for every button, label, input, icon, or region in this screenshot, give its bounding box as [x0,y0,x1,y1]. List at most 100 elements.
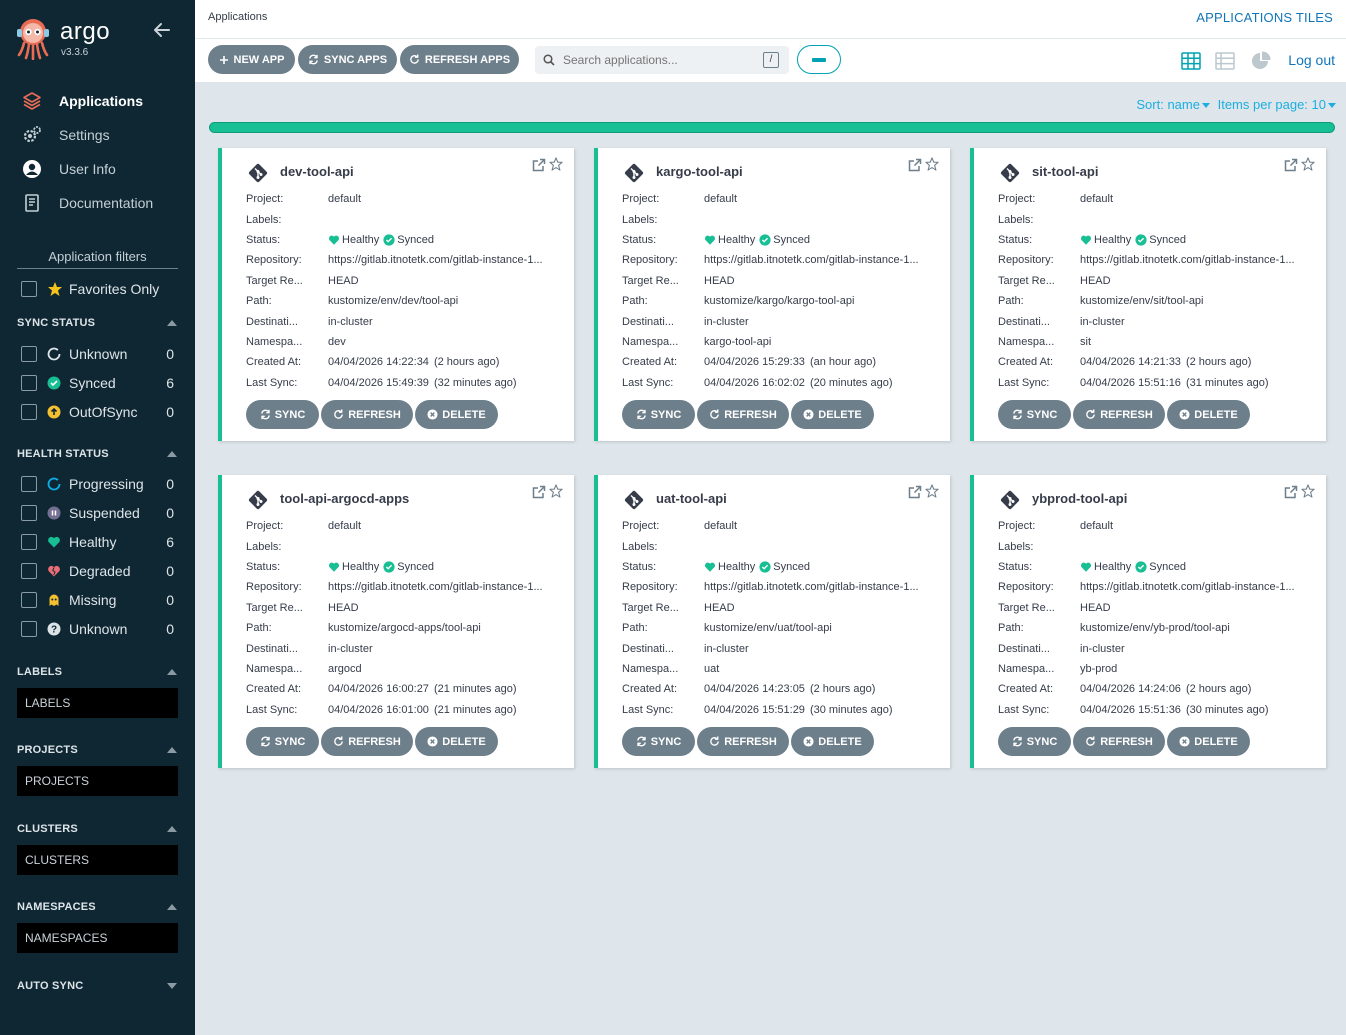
checkbox[interactable] [21,345,37,362]
checkbox[interactable] [21,562,37,579]
projects-header[interactable]: PROJECTS [17,743,178,757]
tiles-view-icon[interactable] [1180,50,1202,72]
star-outline-icon[interactable] [549,484,563,498]
repository-value[interactable]: https://gitlab.itnotetk.com/gitlab-insta… [704,581,919,593]
logout-link[interactable]: Log out [1288,52,1335,68]
namespaces-input[interactable]: NAMESPACES [17,923,178,953]
search-box[interactable]: / [535,46,789,74]
external-link-icon[interactable] [908,158,922,172]
clusters-header[interactable]: CLUSTERS [17,822,178,836]
pie-chart-view-icon[interactable] [1250,50,1272,72]
delete-button[interactable]: DELETE [791,400,874,429]
refresh-button[interactable]: REFRESH [1073,400,1165,429]
labels-header[interactable]: LABELS [17,665,178,679]
checkbox[interactable] [21,620,37,637]
filter-suspended[interactable]: Suspended 0 [17,498,178,527]
nav-item-applications[interactable]: Applications [0,84,195,118]
app-name[interactable]: dev-tool-api [280,164,354,179]
refresh-button[interactable]: REFRESH [697,727,789,756]
items-per-page-dropdown[interactable]: Items per page: 10 [1218,97,1336,112]
star-outline-icon[interactable] [1301,157,1315,171]
nav-item-documentation[interactable]: Documentation [0,186,195,220]
search-icon [543,54,555,66]
sync-button[interactable]: SYNC [998,400,1071,429]
favorites-only-filter[interactable]: Favorites Only [21,281,159,297]
app-tile[interactable]: uat-tool-api Project: default Labels: Statu… [594,475,950,768]
nav-item-user-info[interactable]: User Info [0,152,195,186]
repository-value[interactable]: https://gitlab.itnotetk.com/gitlab-insta… [1080,581,1295,593]
created-row: Created At: 04/04/2026 14:21:33 (2 hours a… [998,352,1318,372]
filter-unknown-health[interactable]: ? Unknown 0 [17,614,178,643]
status-ribbon-button[interactable] [797,45,841,74]
repository-value[interactable]: https://gitlab.itnotetk.com/gitlab-insta… [328,581,543,593]
star-outline-icon[interactable] [925,157,939,171]
nav-item-settings[interactable]: Settings [0,118,195,152]
app-tile[interactable]: kargo-tool-api Project: default Labels: Sta… [594,148,950,441]
delete-button[interactable]: DELETE [791,727,874,756]
app-tile[interactable]: ybprod-tool-api Project: default Labels: St… [970,475,1326,768]
app-tile[interactable]: sit-tool-api Project: default Labels: Statu… [970,148,1326,441]
collapse-sidebar-icon[interactable] [152,20,172,40]
delete-button[interactable]: DELETE [415,400,498,429]
delete-button[interactable]: DELETE [1167,400,1250,429]
external-link-icon[interactable] [908,485,922,499]
search-input[interactable] [563,53,753,67]
checkbox[interactable] [21,403,37,420]
app-tile[interactable]: tool-api-argocd-apps Project: default Labe… [218,475,574,768]
namespaces-header[interactable]: NAMESPACES [17,900,178,914]
filter-missing[interactable]: Missing 0 [17,585,178,614]
sync-button[interactable]: SYNC [998,727,1071,756]
star-outline-icon[interactable] [549,157,563,171]
sync-button[interactable]: SYNC [622,727,695,756]
checkbox[interactable] [21,475,37,492]
repository-value[interactable]: https://gitlab.itnotetk.com/gitlab-insta… [328,254,543,266]
labels-input[interactable]: LABELS [17,688,178,718]
checkbox[interactable] [21,591,37,608]
app-name[interactable]: tool-api-argocd-apps [280,491,409,506]
external-link-icon[interactable] [532,485,546,499]
app-name[interactable]: sit-tool-api [1032,164,1098,179]
clusters-input[interactable]: CLUSTERS [17,845,178,875]
repository-value[interactable]: https://gitlab.itnotetk.com/gitlab-insta… [704,254,919,266]
favorites-checkbox[interactable] [21,281,37,297]
refresh-icon [710,409,720,419]
app-tile[interactable]: dev-tool-api Project: default Labels: Statu… [218,148,574,441]
auto-sync-header[interactable]: AUTO SYNC [17,979,178,993]
filter-outofsync[interactable]: OutOfSync 0 [17,397,178,426]
app-name[interactable]: kargo-tool-api [656,164,743,179]
health-status-header[interactable]: HEALTH STATUS [17,447,178,461]
list-view-icon[interactable] [1214,50,1236,72]
repository-value[interactable]: https://gitlab.itnotetk.com/gitlab-insta… [1080,254,1295,266]
app-name[interactable]: uat-tool-api [656,491,727,506]
checkbox[interactable] [21,504,37,521]
refresh-button[interactable]: REFRESH [321,400,413,429]
refresh-button[interactable]: REFRESH [1073,727,1165,756]
refresh-apps-button[interactable]: REFRESH APPS [400,45,519,74]
external-link-icon[interactable] [1284,485,1298,499]
sort-dropdown[interactable]: Sort: name [1136,97,1210,112]
external-link-icon[interactable] [1284,158,1298,172]
refresh-button[interactable]: REFRESH [321,727,413,756]
filter-unknown-sync[interactable]: Unknown 0 [17,339,178,368]
delete-button[interactable]: DELETE [415,727,498,756]
star-outline-icon[interactable] [1301,484,1315,498]
delete-button[interactable]: DELETE [1167,727,1250,756]
sync-status-header[interactable]: SYNC STATUS [17,316,178,330]
sync-apps-button[interactable]: SYNC APPS [298,45,397,74]
app-name[interactable]: ybprod-tool-api [1032,491,1127,506]
filter-synced[interactable]: Synced 6 [17,368,178,397]
filter-healthy[interactable]: Healthy 6 [17,527,178,556]
checkbox[interactable] [21,374,37,391]
star-outline-icon[interactable] [925,484,939,498]
projects-input[interactable]: PROJECTS [17,766,178,796]
sync-button[interactable]: SYNC [246,727,319,756]
new-app-button[interactable]: NEW APP [208,45,295,74]
external-link-icon[interactable] [532,158,546,172]
filter-degraded[interactable]: Degraded 0 [17,556,178,585]
sync-button[interactable]: SYNC [246,400,319,429]
sync-button[interactable]: SYNC [622,400,695,429]
refresh-button[interactable]: REFRESH [697,400,789,429]
filter-progressing[interactable]: Progressing 0 [17,469,178,498]
breadcrumb[interactable]: Applications [208,11,267,23]
checkbox[interactable] [21,533,37,550]
